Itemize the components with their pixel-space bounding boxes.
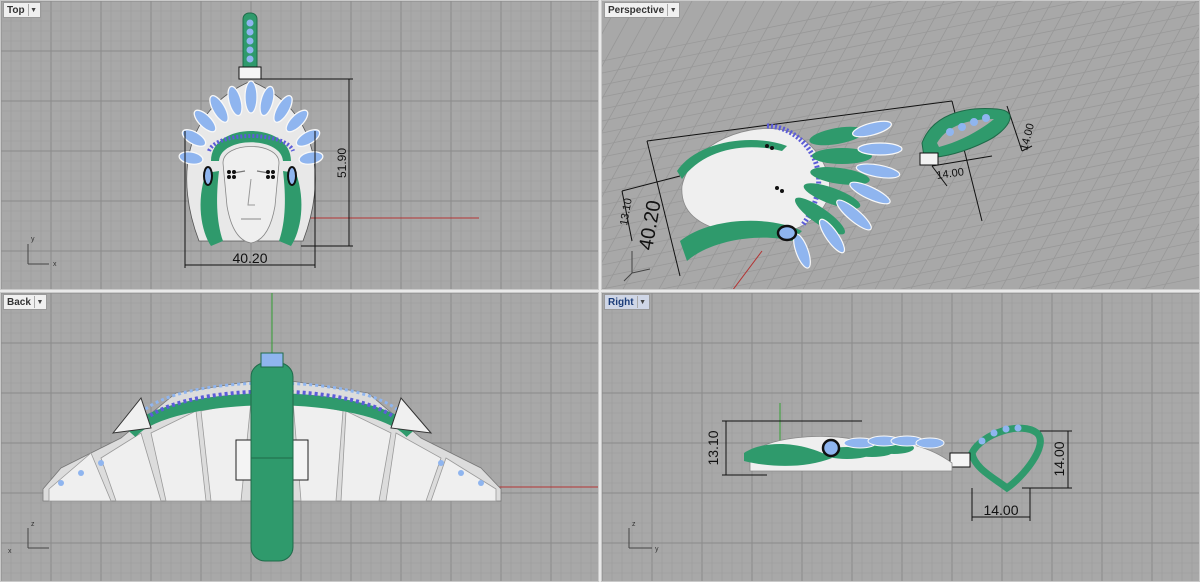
dimension-depth: 13.10 (705, 430, 721, 465)
dimension-depth: 13.10 (618, 197, 635, 226)
dimension-loop-width: 14.00 (936, 166, 965, 182)
viewport-right-label: Right (608, 296, 634, 308)
viewport-perspective-label: Perspective (608, 4, 665, 16)
viewport-perspective[interactable]: Perspective ▼ 40.20 13.10 14.00 14.00 (601, 0, 1200, 290)
viewport-layout: Top ▼ 40.20 51.90 y x Perspective ▼ 40.2… (0, 0, 1200, 582)
dimension-height: 51.90 (335, 148, 349, 178)
viewport-back[interactable]: Back ▼ z x (0, 292, 599, 582)
axis-gizmo-icon: z x (8, 521, 49, 555)
dimension-width: 40.20 (635, 199, 665, 252)
earring-left (203, 166, 213, 186)
viewport-perspective-canvas[interactable]: 40.20 13.10 14.00 14.00 (602, 1, 1200, 290)
viewport-back-label: Back (7, 296, 31, 308)
viewport-right-canvas[interactable]: 13.10 14.00 14.00 z y (602, 293, 1200, 582)
viewport-top-canvas[interactable]: 40.20 51.90 y x (1, 1, 599, 290)
axis-z-label: z (31, 521, 35, 528)
axis-x-label: x (53, 261, 57, 268)
axis-gizmo-icon: z y (628, 521, 659, 553)
axis-y-label: y (655, 546, 659, 553)
viewport-right[interactable]: Right ▼ 13.10 14.00 14.00 z y (601, 292, 1200, 582)
axis-gizmo-icon (623, 251, 651, 282)
dimension-loop-height: 14.00 (1018, 122, 1037, 152)
viewport-menu-chevron-icon[interactable]: ▼ (27, 4, 39, 16)
dimension-loop-height: 14.00 (1051, 441, 1067, 476)
viewport-perspective-title[interactable]: Perspective ▼ (604, 2, 681, 18)
axis-z-label: z (632, 521, 636, 528)
viewport-menu-chevron-icon[interactable]: ▼ (667, 4, 678, 16)
pendant-model-back (42, 352, 502, 562)
viewport-top-title[interactable]: Top ▼ (3, 2, 41, 18)
viewport-right-title[interactable]: Right ▼ (604, 294, 650, 310)
axis-y-label: y (31, 236, 35, 243)
viewport-menu-chevron-icon[interactable]: ▼ (636, 296, 648, 308)
viewport-top-label: Top (7, 4, 25, 16)
axis-x-label: x (8, 548, 12, 555)
pendant-bail (238, 12, 262, 80)
viewport-top[interactable]: Top ▼ 40.20 51.90 y x (0, 0, 599, 290)
dimension-loop-width: 14.00 (983, 502, 1018, 518)
earring-right (287, 166, 297, 186)
viewport-back-title[interactable]: Back ▼ (3, 294, 47, 310)
viewport-back-canvas[interactable]: z x (1, 293, 599, 582)
dimension-width: 40.20 (232, 250, 267, 266)
viewport-menu-chevron-icon[interactable]: ▼ (33, 296, 45, 308)
